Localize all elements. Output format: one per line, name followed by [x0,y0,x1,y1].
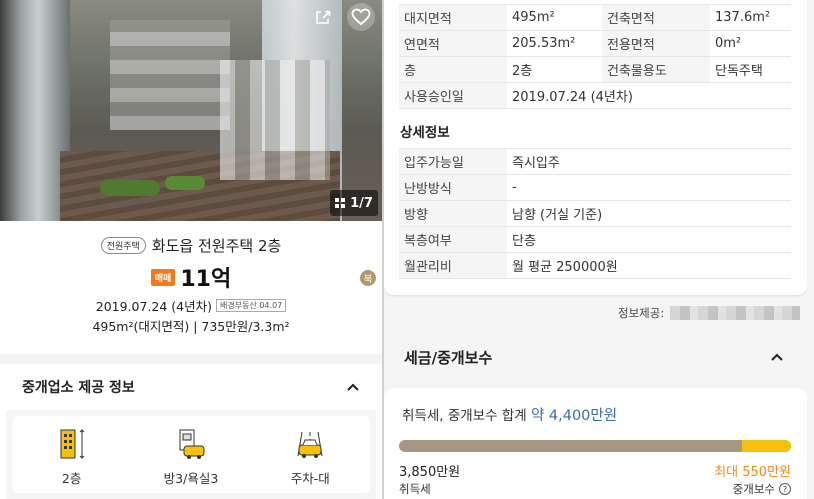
tax-ratio-bar [399,440,791,452]
broker-section-header[interactable]: 중개업소 제공 정보 [0,364,382,410]
details-panel: 대지면적 495m² 건축면적 137.6m² 연면적 205.53m² 전용면… [384,0,814,499]
listing-photo[interactable]: 1/7 [0,0,382,221]
title-row: 전원주택 화도읍 전원주택 2층 [0,232,382,258]
table-key: 방향 [399,200,507,227]
area-summary: 495m²(대지면적) | 735만원/3.3m² [92,319,290,334]
feature-floors: 2층 [17,428,127,487]
table-row: 월관리비 월 평균 250000원 [399,252,791,279]
table-key: 대지면적 [399,4,507,31]
table-row: 대지면적 495m² 건축면적 137.6m² [399,4,791,31]
table-value: 0m² [710,30,791,57]
chevron-up-icon[interactable] [346,382,360,392]
table-value: 137.6m² [710,4,791,31]
photo-counter: 1/7 [350,195,373,211]
basic-info-table: 대지면적 495m² 건축면적 137.6m² 연면적 205.53m² 전용면… [399,4,791,109]
feature-rooms: 방3/욕실3 [136,428,246,487]
share-icon [316,10,331,24]
feature-floors-label: 2층 [61,471,82,486]
parking-car-icon [297,431,323,458]
table-value: 단독주택 [710,56,791,83]
info-provider: 정보제공: [384,303,804,323]
tax-sum-row: 취득세, 중개보수 합계 약 4,400만원 [402,404,617,425]
table-key: 층 [399,56,507,83]
date-row: 2019.07.24 (4년차) 배경부동산 04.07 [0,296,382,314]
feature-parking-label: 주차-대 [290,471,330,486]
table-value: 월 평균 250000원 [507,252,791,279]
chevron-up-icon[interactable] [770,352,784,362]
table-value: 2층 [507,56,602,83]
table-key: 전용면적 [602,30,710,57]
favorite-button[interactable] [347,3,375,31]
table-row: 연면적 205.53m² 전용면적 0m² [399,30,791,57]
table-key: 월관리비 [399,252,507,279]
photo-counter-button[interactable]: 1/7 [330,190,378,216]
table-key: 건축물용도 [602,56,710,83]
detail-section-title: 상세정보 [400,125,450,141]
listing-title: 화도읍 전원주택 2층 [151,236,282,255]
table-value: 즉시입주 [507,148,791,175]
provider-label: 정보제공: [618,306,665,320]
table-row: 사용승인일 2019.07.24 (4년차) [399,82,791,109]
tax-section-title: 세금/중개보수 [404,348,493,367]
table-key: 입주가능일 [399,148,507,175]
tax-section-header[interactable]: 세금/중개보수 [384,334,814,380]
table-row: 난방방식 - [399,174,791,201]
heart-icon [351,8,371,26]
listing-price: 11억 [180,267,232,292]
room-bath-icon [179,429,205,459]
brokerage-share-fill [742,440,791,452]
tax-card: 취득세, 중개보수 합계 약 4,400만원 3,850만원 최대 550만원 … [384,388,807,499]
table-row: 방향 남향 (거실 기준) [399,200,791,227]
compass-label: 북 [363,274,373,285]
feature-parking: 주차-대 [255,428,365,487]
feature-rooms-label: 방3/욕실3 [163,471,219,486]
broker-features: 2층 방3/욕실3 주차-대 [12,416,370,493]
table-value: 495m² [507,4,602,31]
photo-grass [100,180,160,196]
tax-sum-value: 약 4,400만원 [530,408,618,424]
property-type-badge: 전원주택 [100,236,146,254]
table-value: 205.53m² [507,30,602,57]
photo-mosaic [110,20,230,130]
table-row: 층 2층 건축물용도 단독주택 [399,56,791,83]
approval-date: 2019.07.24 (4년차) [95,298,212,314]
brokerage-fee-label-group: 중개보수 ? [733,481,791,497]
acquisition-tax-amount: 3,850만원 [399,465,461,480]
table-value: - [507,174,791,201]
acquisition-tax-label: 취득세 [399,482,431,496]
table-key: 사용승인일 [399,82,507,109]
compass-icon: 북 [360,270,376,286]
price-row: 매매 11억 [0,262,382,292]
photo-grass-2 [165,176,205,190]
broker-section-title: 중개업소 제공 정보 [22,380,135,396]
gallery-icon [335,198,346,208]
photo-mosaic-2 [220,60,330,180]
table-key: 건축면적 [602,4,710,31]
listing-panel: 1/7 전원주택 화도읍 전원주택 2층 매매 11억 북 2019.07.24… [0,0,382,499]
detail-info-table: 입주가능일 즉시입주 난방방식 - 방향 남향 (거실 기준) 복층여부 단층 … [399,148,791,279]
share-button[interactable] [310,6,336,28]
table-value: 남향 (거실 기준) [507,200,791,227]
table-key: 난방방식 [399,174,507,201]
table-value: 2019.07.24 (4년차) [507,82,791,109]
tax-sum-label: 취득세, 중개보수 합계 [402,408,527,424]
provider-name-redacted [670,306,801,320]
table-key: 복층여부 [399,226,507,253]
listing-summary: 전원주택 화도읍 전원주택 2층 매매 11억 북 2019.07.24 (4년… [0,232,382,334]
section-separator [0,354,382,364]
deal-type-badge: 매매 [150,268,176,286]
table-key: 연면적 [399,30,507,57]
brokerage-fee-amount: 최대 550만원 [714,465,791,480]
help-icon[interactable]: ? [779,483,791,495]
brokerage-fee-label: 중개보수 [732,482,775,496]
source-badge: 배경부동산 04.07 [216,298,287,312]
table-row: 입주가능일 즉시입주 [399,148,791,175]
property-info-card: 대지면적 495m² 건축면적 137.6m² 연면적 205.53m² 전용면… [384,0,807,295]
broker-info-box: 2층 방3/욕실3 주차-대 [6,410,376,499]
building-floors-icon [60,429,85,459]
scroll-gutter [807,0,814,499]
table-value: 단층 [507,226,791,253]
table-row: 복층여부 단층 [399,226,791,253]
